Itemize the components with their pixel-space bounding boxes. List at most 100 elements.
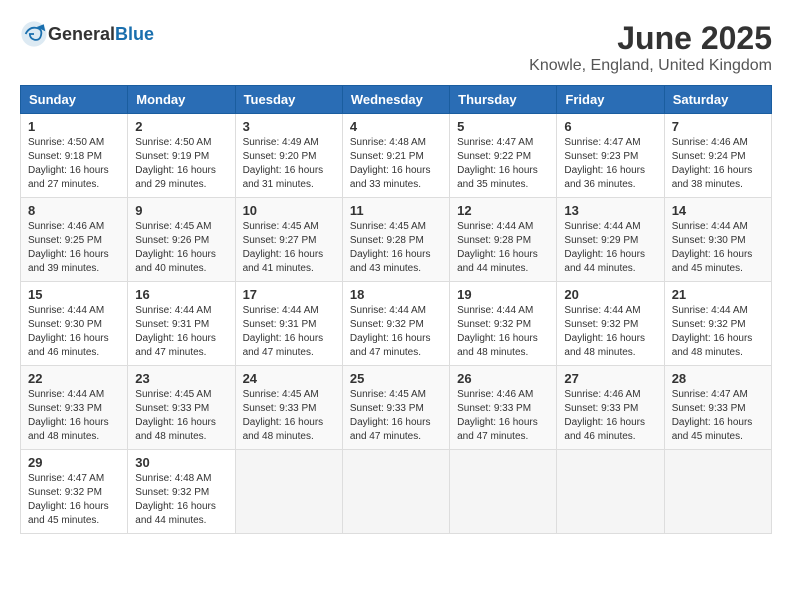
sunrise-text: Sunrise: 4:47 AM	[672, 389, 748, 400]
table-row: 16 Sunrise: 4:44 AM Sunset: 9:31 PM Dayl…	[128, 282, 235, 366]
day-number: 15	[28, 287, 120, 302]
sunrise-text: Sunrise: 4:44 AM	[457, 221, 533, 232]
daylight-text: Daylight: 16 hours and 44 minutes.	[135, 501, 216, 526]
daylight-text: Daylight: 16 hours and 38 minutes.	[672, 165, 753, 190]
day-info: Sunrise: 4:46 AM Sunset: 9:24 PM Dayligh…	[672, 136, 764, 192]
daylight-text: Daylight: 16 hours and 29 minutes.	[135, 165, 216, 190]
daylight-text: Daylight: 16 hours and 27 minutes.	[28, 165, 109, 190]
day-number: 27	[564, 371, 656, 386]
table-row: 7 Sunrise: 4:46 AM Sunset: 9:24 PM Dayli…	[664, 114, 771, 198]
sunrise-text: Sunrise: 4:44 AM	[672, 305, 748, 316]
table-row: 25 Sunrise: 4:45 AM Sunset: 9:33 PM Dayl…	[342, 366, 449, 450]
sunset-text: Sunset: 9:28 PM	[457, 235, 531, 246]
sunset-text: Sunset: 9:28 PM	[350, 235, 424, 246]
sunset-text: Sunset: 9:27 PM	[243, 235, 317, 246]
table-row: 24 Sunrise: 4:45 AM Sunset: 9:33 PM Dayl…	[235, 366, 342, 450]
calendar-week-row: 29 Sunrise: 4:47 AM Sunset: 9:32 PM Dayl…	[21, 450, 772, 534]
daylight-text: Daylight: 16 hours and 48 minutes.	[28, 417, 109, 442]
sunrise-text: Sunrise: 4:44 AM	[564, 221, 640, 232]
day-number: 2	[135, 119, 227, 134]
sunrise-text: Sunrise: 4:48 AM	[350, 137, 426, 148]
table-row: 27 Sunrise: 4:46 AM Sunset: 9:33 PM Dayl…	[557, 366, 664, 450]
day-number: 5	[457, 119, 549, 134]
day-number: 9	[135, 203, 227, 218]
day-info: Sunrise: 4:44 AM Sunset: 9:32 PM Dayligh…	[350, 304, 442, 360]
day-number: 25	[350, 371, 442, 386]
title-area: June 2025 Knowle, England, United Kingdo…	[529, 20, 772, 75]
sunrise-text: Sunrise: 4:45 AM	[135, 389, 211, 400]
day-info: Sunrise: 4:44 AM Sunset: 9:31 PM Dayligh…	[135, 304, 227, 360]
sunrise-text: Sunrise: 4:44 AM	[564, 305, 640, 316]
daylight-text: Daylight: 16 hours and 47 minutes.	[243, 333, 324, 358]
sunset-text: Sunset: 9:22 PM	[457, 151, 531, 162]
table-row: 6 Sunrise: 4:47 AM Sunset: 9:23 PM Dayli…	[557, 114, 664, 198]
calendar-week-row: 1 Sunrise: 4:50 AM Sunset: 9:18 PM Dayli…	[21, 114, 772, 198]
table-row: 17 Sunrise: 4:44 AM Sunset: 9:31 PM Dayl…	[235, 282, 342, 366]
daylight-text: Daylight: 16 hours and 31 minutes.	[243, 165, 324, 190]
day-info: Sunrise: 4:44 AM Sunset: 9:28 PM Dayligh…	[457, 220, 549, 276]
day-number: 7	[672, 119, 764, 134]
day-info: Sunrise: 4:44 AM Sunset: 9:32 PM Dayligh…	[457, 304, 549, 360]
table-row: 4 Sunrise: 4:48 AM Sunset: 9:21 PM Dayli…	[342, 114, 449, 198]
calendar-week-row: 8 Sunrise: 4:46 AM Sunset: 9:25 PM Dayli…	[21, 198, 772, 282]
sunset-text: Sunset: 9:33 PM	[672, 403, 746, 414]
logo-general-text: General	[48, 24, 115, 45]
sunrise-text: Sunrise: 4:46 AM	[564, 389, 640, 400]
sunrise-text: Sunrise: 4:44 AM	[243, 305, 319, 316]
sunrise-text: Sunrise: 4:46 AM	[28, 221, 104, 232]
day-info: Sunrise: 4:46 AM Sunset: 9:33 PM Dayligh…	[457, 388, 549, 444]
day-info: Sunrise: 4:45 AM Sunset: 9:33 PM Dayligh…	[243, 388, 335, 444]
sunrise-text: Sunrise: 4:48 AM	[135, 473, 211, 484]
sunrise-text: Sunrise: 4:45 AM	[350, 389, 426, 400]
daylight-text: Daylight: 16 hours and 45 minutes.	[672, 417, 753, 442]
table-row: 3 Sunrise: 4:49 AM Sunset: 9:20 PM Dayli…	[235, 114, 342, 198]
day-info: Sunrise: 4:49 AM Sunset: 9:20 PM Dayligh…	[243, 136, 335, 192]
day-number: 10	[243, 203, 335, 218]
sunset-text: Sunset: 9:33 PM	[243, 403, 317, 414]
calendar-week-row: 22 Sunrise: 4:44 AM Sunset: 9:33 PM Dayl…	[21, 366, 772, 450]
sunrise-text: Sunrise: 4:49 AM	[243, 137, 319, 148]
table-row: 11 Sunrise: 4:45 AM Sunset: 9:28 PM Dayl…	[342, 198, 449, 282]
daylight-text: Daylight: 16 hours and 46 minutes.	[564, 417, 645, 442]
table-row	[450, 450, 557, 534]
logo-blue-text: Blue	[115, 24, 154, 45]
sunrise-text: Sunrise: 4:44 AM	[135, 305, 211, 316]
sunset-text: Sunset: 9:23 PM	[564, 151, 638, 162]
day-info: Sunrise: 4:45 AM Sunset: 9:26 PM Dayligh…	[135, 220, 227, 276]
day-info: Sunrise: 4:48 AM Sunset: 9:21 PM Dayligh…	[350, 136, 442, 192]
table-row: 28 Sunrise: 4:47 AM Sunset: 9:33 PM Dayl…	[664, 366, 771, 450]
day-number: 16	[135, 287, 227, 302]
daylight-text: Daylight: 16 hours and 47 minutes.	[350, 333, 431, 358]
sunset-text: Sunset: 9:33 PM	[28, 403, 102, 414]
sunrise-text: Sunrise: 4:47 AM	[28, 473, 104, 484]
daylight-text: Daylight: 16 hours and 39 minutes.	[28, 249, 109, 274]
daylight-text: Daylight: 16 hours and 33 minutes.	[350, 165, 431, 190]
sunset-text: Sunset: 9:18 PM	[28, 151, 102, 162]
daylight-text: Daylight: 16 hours and 47 minutes.	[457, 417, 538, 442]
table-row	[557, 450, 664, 534]
sunset-text: Sunset: 9:33 PM	[564, 403, 638, 414]
logo: GeneralBlue	[20, 20, 154, 48]
day-number: 1	[28, 119, 120, 134]
sunset-text: Sunset: 9:25 PM	[28, 235, 102, 246]
day-number: 14	[672, 203, 764, 218]
sunrise-text: Sunrise: 4:50 AM	[135, 137, 211, 148]
sunrise-text: Sunrise: 4:45 AM	[243, 389, 319, 400]
daylight-text: Daylight: 16 hours and 48 minutes.	[457, 333, 538, 358]
sunrise-text: Sunrise: 4:46 AM	[672, 137, 748, 148]
day-number: 20	[564, 287, 656, 302]
day-number: 8	[28, 203, 120, 218]
day-info: Sunrise: 4:45 AM Sunset: 9:28 PM Dayligh…	[350, 220, 442, 276]
sunset-text: Sunset: 9:33 PM	[457, 403, 531, 414]
sunset-text: Sunset: 9:32 PM	[135, 487, 209, 498]
col-wednesday: Wednesday	[342, 86, 449, 114]
col-tuesday: Tuesday	[235, 86, 342, 114]
day-number: 13	[564, 203, 656, 218]
daylight-text: Daylight: 16 hours and 47 minutes.	[350, 417, 431, 442]
sunset-text: Sunset: 9:31 PM	[243, 319, 317, 330]
day-info: Sunrise: 4:44 AM Sunset: 9:32 PM Dayligh…	[672, 304, 764, 360]
sunrise-text: Sunrise: 4:44 AM	[350, 305, 426, 316]
table-row: 18 Sunrise: 4:44 AM Sunset: 9:32 PM Dayl…	[342, 282, 449, 366]
daylight-text: Daylight: 16 hours and 45 minutes.	[672, 249, 753, 274]
table-row: 5 Sunrise: 4:47 AM Sunset: 9:22 PM Dayli…	[450, 114, 557, 198]
